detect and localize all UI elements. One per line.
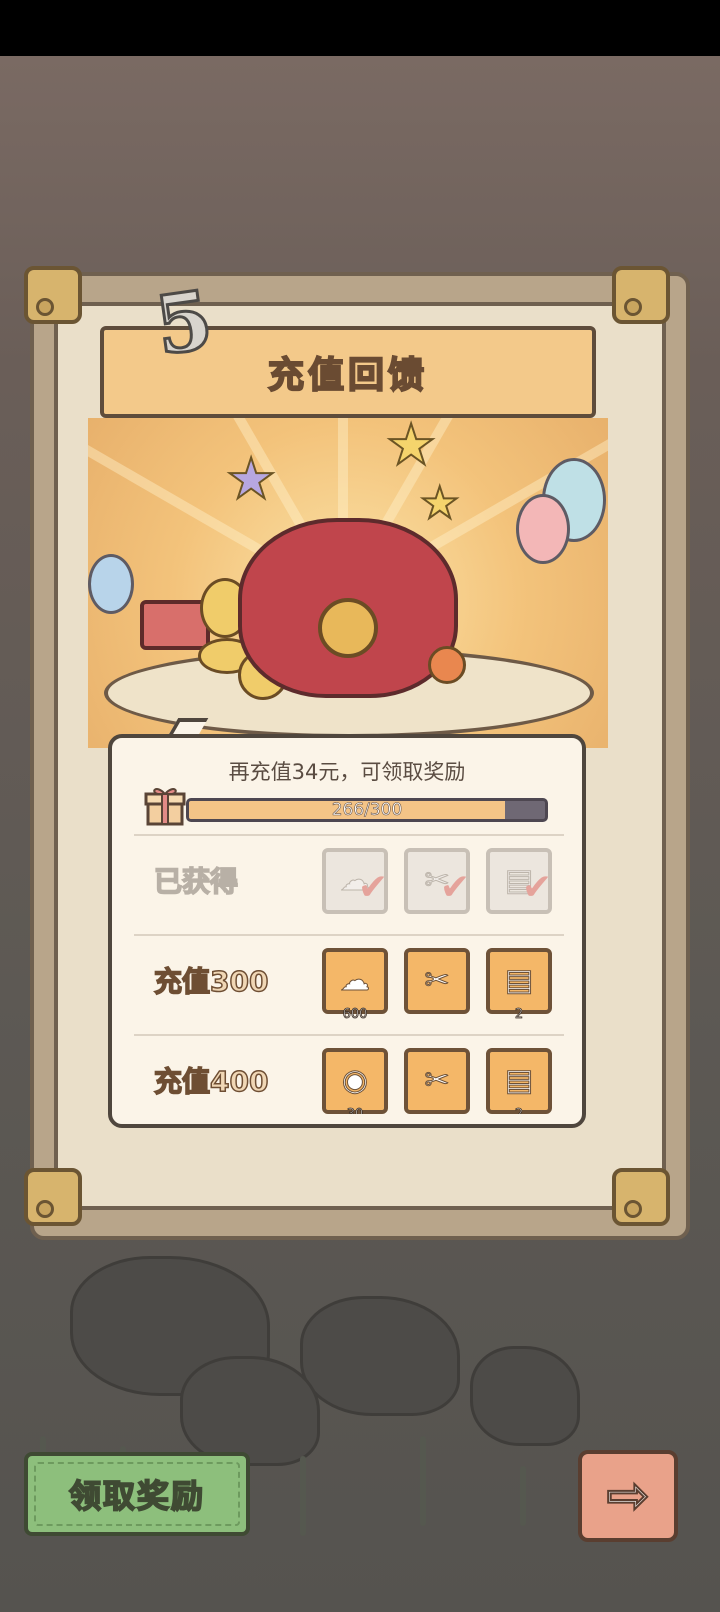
frame-corner-ornament [24,266,82,324]
reward-tier-list[interactable]: 已获得 ☁ ✔ ✂ ✔ ▤ ✔ 充值300 ☁ 600 ✂ ▤ 2 充值400 … [112,834,582,1114]
page-title: 充值回馈 [267,354,428,397]
reward-info-card: 再充值34元，可领取奖励 266/300 已获得 ☁ ✔ ✂ ✔ ▤ ✔ 充值3… [108,734,586,1128]
reward-slot[interactable]: ▤ 2 [486,1048,552,1114]
star-icon: ★ [385,418,437,478]
status-bar [0,0,720,56]
reward-slot[interactable]: ☁ 600 [322,948,388,1022]
progress-value: 266/300 [331,800,403,820]
rock [300,1296,460,1416]
progress-track: 266/300 [186,798,548,822]
row-divider [134,834,564,836]
tier-level-number: 5 [148,271,219,375]
reward-slot[interactable]: ☁ ✔ [322,848,388,914]
ticket-bundle-icon: ▤ [504,963,534,998]
tier-label: 充值300 [153,964,269,999]
reward-quantity: 600 [342,1007,368,1023]
frame-corner-ornament [24,1168,82,1226]
reward-slot[interactable]: ✂ [404,1048,470,1114]
claim-reward-label: 领取奖励 [68,1476,205,1516]
reward-quantity: 2 [514,1007,524,1023]
fortune-coin-icon [318,598,378,658]
claim-reward-button[interactable]: 领取奖励 [24,1452,250,1536]
gold-medal-icon: ◉ [341,1063,369,1098]
ghost-soul-icon: ☁ [340,963,371,998]
reward-slot[interactable]: ▤ 2 [486,948,552,1022]
scissors-tool-icon: ✂ [424,963,450,998]
recharge-progress: 266/300 [144,788,548,826]
row-divider [134,1034,564,1036]
next-page-button[interactable]: ⇨ [578,1450,678,1542]
reward-slot[interactable]: ◉ 30 [322,1048,388,1114]
claimed-check-icon: ✔ [439,867,470,908]
ticket-bundle-icon: ▤ [504,1063,534,1098]
grass [520,1466,526,1526]
scissors-tool-icon: ✂ [424,1063,450,1098]
tier-label: 已获得 [153,864,239,899]
row-divider [134,934,564,936]
star-icon: ★ [419,478,460,529]
grass [300,1456,306,1536]
frame-corner-ornament [612,1168,670,1226]
claimed-check-icon: ✔ [357,867,388,908]
balloon-icon [516,494,570,564]
claimed-check-icon: ✔ [521,867,552,908]
reward-tier-row: 充值300 ☁ 600 ✂ ▤ 2 [134,934,564,1034]
orange-orb-icon [428,646,466,684]
rock [180,1356,320,1466]
reward-tier-row: 已获得 ☁ ✔ ✂ ✔ ▤ ✔ [134,834,564,934]
star-icon: ★ [225,447,277,512]
frame-corner-ornament [612,266,670,324]
reward-slot[interactable]: ✂ ✔ [404,848,470,914]
reward-quantity: 30 [326,1107,384,1114]
grass [420,1436,426,1526]
arrow-right-icon: ⇨ [605,1466,651,1526]
reward-slot[interactable]: ✂ [404,948,470,1014]
reward-bag-illustration: ★ ★ ★ [88,418,608,748]
gift-box-icon [144,788,186,826]
reward-tier-row: 充值400 ◉ 30 ✂ ▤ 2 [134,1034,564,1114]
reward-quantity: 2 [490,1107,548,1114]
balloon-icon [88,554,134,614]
rock [470,1346,580,1446]
tier-label: 充值400 [153,1064,269,1099]
reward-slot[interactable]: ▤ ✔ [486,848,552,914]
